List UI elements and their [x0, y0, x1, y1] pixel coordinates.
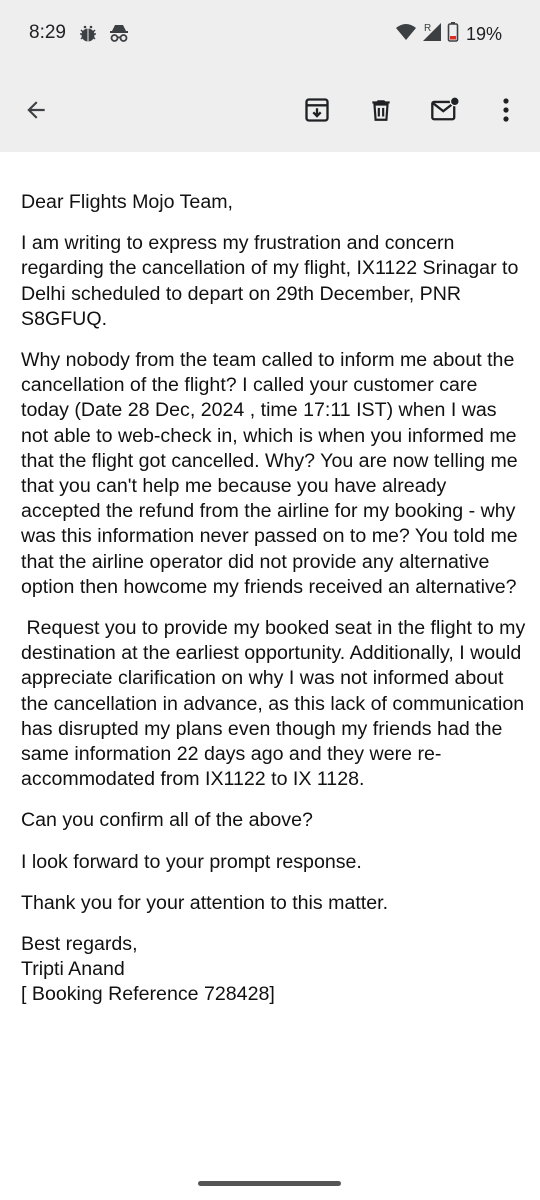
- svg-text:R: R: [424, 23, 431, 34]
- archive-icon[interactable]: [301, 94, 333, 126]
- status-time: 8:29: [29, 22, 66, 43]
- email-paragraph: Can you confirm all of the above?: [21, 809, 313, 832]
- delete-icon[interactable]: [365, 94, 397, 126]
- email-paragraph: Dear Flights Mojo Team,: [21, 191, 233, 213]
- sender-name: Tripti Anand: [21, 958, 125, 981]
- incognito-icon: [108, 22, 130, 44]
- status-icons: R 19%: [395, 21, 502, 48]
- more-options-icon[interactable]: [490, 94, 522, 126]
- wifi-icon: [395, 22, 417, 47]
- roaming-signal-icon: R: [421, 21, 443, 48]
- email-paragraph: I look forward to your prompt response.: [21, 850, 362, 873]
- email-body: Dear Flights Mojo Team, I am writing to …: [21, 190, 526, 1008]
- status-bar: 8:29 R 19%: [0, 0, 540, 68]
- email-signature: Best regards, Tripti Anand [ Booking Ref…: [21, 932, 526, 1008]
- booking-reference: [ Booking Reference 728428]: [21, 983, 275, 1006]
- app-toolbar: [0, 68, 540, 152]
- notification-bug-icon: [77, 22, 99, 44]
- signoff-line: Best regards,: [21, 933, 138, 956]
- gesture-navigation-bar[interactable]: [198, 1181, 341, 1186]
- mark-unread-icon[interactable]: [429, 94, 461, 126]
- back-arrow-icon[interactable]: [20, 94, 52, 126]
- battery-percent: 19%: [465, 24, 502, 44]
- email-paragraph: Why nobody from the team called to infor…: [21, 349, 524, 598]
- email-paragraph: Request you to provide my booked seat in…: [21, 617, 531, 791]
- email-paragraph: I am writing to express my frustration a…: [21, 232, 524, 330]
- battery-icon: [447, 21, 459, 48]
- email-paragraph: Thank you for your attention to this mat…: [21, 891, 389, 914]
- email-content: Dear Flights Mojo Team, I am writing to …: [0, 152, 540, 1200]
